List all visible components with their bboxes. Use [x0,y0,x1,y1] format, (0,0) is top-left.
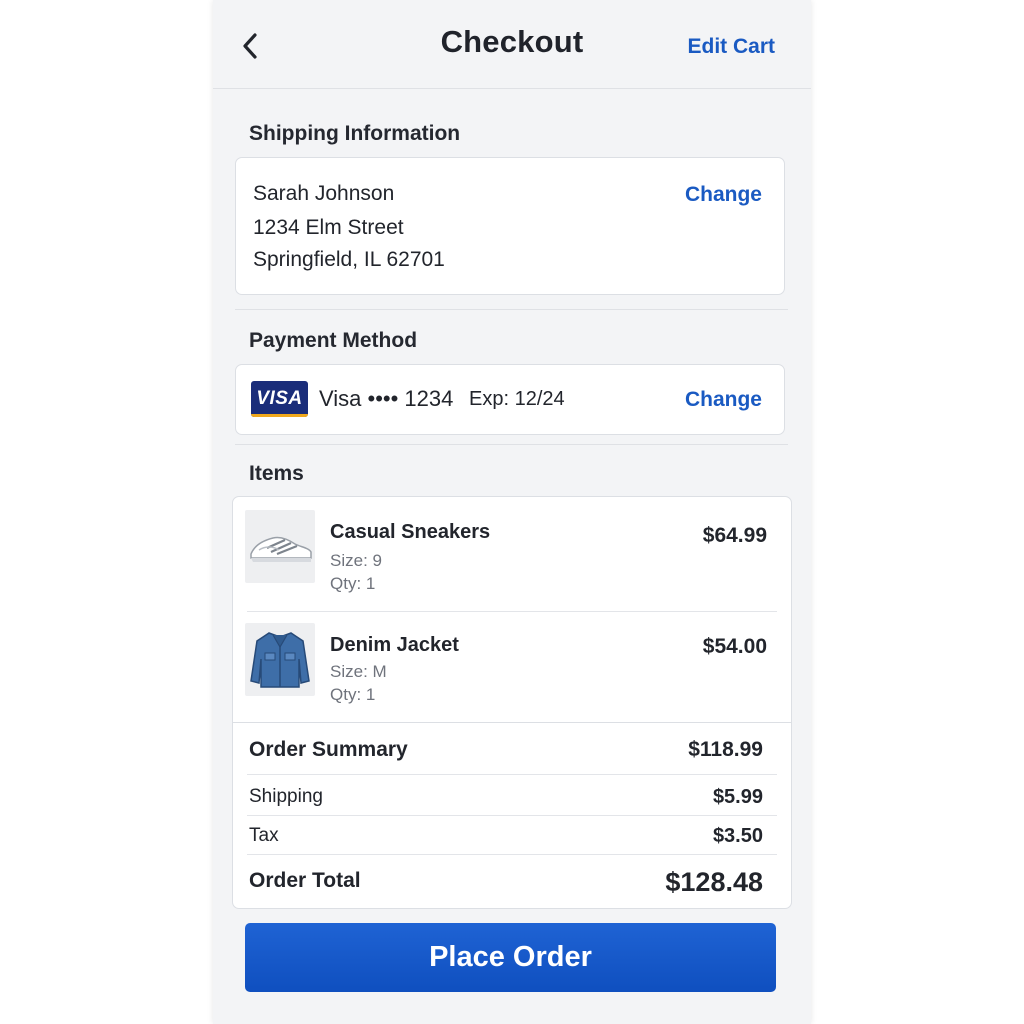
list-item[interactable]: Casual Sneakers Size: 9 Qty: 1 $64.99 [233,497,791,611]
visa-logo: VISA [251,381,308,417]
divider [247,854,777,855]
header-bar: Checkout Edit Cart [213,0,811,89]
change-payment-link[interactable]: Change [685,388,762,412]
sneaker-icon [250,536,312,562]
shipping-cost-row: Shipping $5.99 [249,786,777,814]
item-qty: Qty: 1 [330,574,376,593]
list-item[interactable]: Denim Jacket Size: M Qty: 1 $54.00 [233,612,791,722]
card-expiry: Exp: 12/24 [469,388,565,410]
payment-section-title: Payment Method [249,329,418,352]
change-shipping-link[interactable]: Change [685,183,762,207]
order-summary-row: Order Summary $118.99 [249,738,777,768]
card-label: Visa •••• 1234 [319,386,454,411]
item-name: Casual Sneakers [330,521,491,543]
shipping-card: Sarah Johnson 1234 Elm Street Springfiel… [235,157,785,295]
payment-card: VISA Visa •••• 1234 Exp: 12/24 Change [235,364,785,435]
edit-cart-link[interactable]: Edit Cart [687,35,775,59]
divider [235,444,788,445]
divider [247,815,777,816]
jacket-icon [250,632,310,688]
item-size: Size: M [330,662,387,681]
item-name: Denim Jacket [330,634,459,656]
items-section-title: Items [249,462,304,485]
tax-label: Tax [249,825,279,846]
order-total-value: $128.48 [665,867,763,897]
visa-stripe [251,414,308,417]
shipping-street: 1234 Elm Street [253,216,404,239]
shipping-name: Sarah Johnson [253,182,395,205]
item-price: $64.99 [702,524,767,547]
divider [235,309,788,310]
checkout-screen: Checkout Edit Cart Shipping Information … [213,0,811,1024]
order-summary-label: Order Summary [249,738,408,761]
item-price: $54.00 [702,635,767,658]
visa-logo-text: VISA [256,388,303,409]
shipping-cost-label: Shipping [249,786,323,807]
shipping-city: Springfield, IL 62701 [253,248,445,271]
divider [233,722,791,723]
divider [247,774,777,775]
shipping-section-title: Shipping Information [249,122,461,145]
subtotal-value: $118.99 [688,738,763,761]
shipping-cost-value: $5.99 [712,786,763,808]
tax-row: Tax $3.50 [249,825,777,853]
denim-jacket-image [245,623,315,696]
tax-value: $3.50 [712,825,763,847]
order-total-label: Order Total [249,869,361,892]
item-size: Size: 9 [330,551,382,570]
items-card: Casual Sneakers Size: 9 Qty: 1 $64.99 De… [232,496,792,909]
sneaker-image [245,510,315,583]
place-order-button[interactable]: Place Order [245,923,776,992]
item-qty: Qty: 1 [330,685,376,704]
order-total-row: Order Total $128.48 [249,867,777,901]
